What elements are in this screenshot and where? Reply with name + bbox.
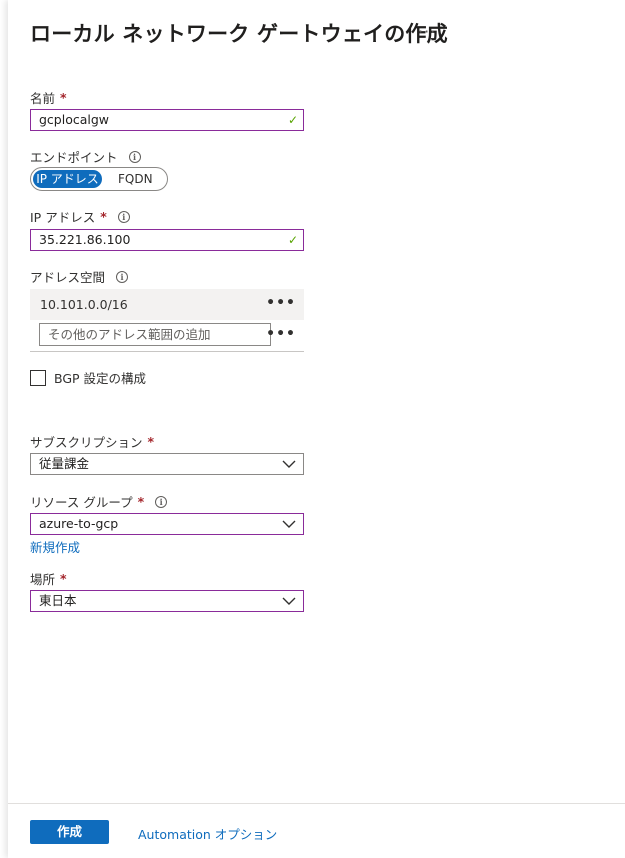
info-icon[interactable]: i (116, 270, 129, 283)
location-label-text: 場所 (30, 572, 56, 587)
required-marker: * (137, 494, 145, 509)
row-menu-icon[interactable]: ••• (266, 289, 296, 318)
bgp-checkbox[interactable] (30, 369, 46, 386)
info-icon[interactable]: i (155, 495, 168, 508)
endpoint-option-fqdn[interactable]: FQDN (109, 170, 153, 188)
row-menu-icon[interactable]: ••• (266, 326, 296, 342)
name-input[interactable]: gcplocalgw ✓ (30, 109, 304, 131)
chevron-down-icon (282, 460, 296, 468)
ip-address-input-value: 35.221.86.100 (39, 232, 131, 247)
resource-group-value: azure-to-gcp (39, 516, 119, 531)
subscription-label-text: サブスクリプション (30, 435, 143, 450)
resource-group-select[interactable]: azure-to-gcp (30, 513, 304, 535)
create-local-network-gateway-panel: ローカル ネットワーク ゲートウェイの作成 ··· 名前 * gcplocalg… (8, 0, 625, 858)
subscription-label: サブスクリプション * (30, 432, 154, 451)
resource-group-label: リソース グループ * i (30, 492, 168, 511)
footer-divider (8, 803, 625, 804)
subscription-value: 従量課金 (39, 456, 90, 471)
address-space-row: 10.101.0.0/16 ••• (30, 289, 304, 320)
address-space-value: 10.101.0.0/16 (40, 297, 128, 312)
name-label: 名前 * (30, 88, 67, 107)
create-new-resource-group-link[interactable]: 新規作成 (30, 537, 80, 556)
name-label-text: 名前 (30, 91, 56, 106)
endpoint-option-ip[interactable]: IP アドレス (33, 170, 102, 188)
more-options-icon[interactable]: ··· (418, 22, 436, 41)
info-icon[interactable]: i (117, 210, 130, 223)
required-marker: * (60, 90, 67, 105)
bgp-checkbox-group: BGP 設定の構成 (30, 368, 146, 387)
checkmark-icon: ✓ (287, 233, 298, 247)
chevron-down-icon (282, 597, 296, 605)
location-select[interactable]: 東日本 (30, 590, 304, 612)
automation-options-link[interactable]: Automation オプション (138, 824, 277, 843)
address-space-label: アドレス空間 i (30, 267, 129, 286)
endpoint-label: エンドポイント i (30, 147, 141, 166)
address-space-add-row: その他のアドレス範囲の追加 ••• (30, 320, 304, 352)
subscription-select[interactable]: 従量課金 (30, 453, 304, 475)
info-icon[interactable]: i (128, 150, 141, 163)
page-title: ローカル ネットワーク ゲートウェイの作成 (30, 22, 448, 46)
location-value: 東日本 (39, 593, 77, 608)
checkmark-icon: ✓ (287, 113, 298, 127)
name-input-value: gcplocalgw (39, 112, 110, 127)
ip-address-input[interactable]: 35.221.86.100 ✓ (30, 229, 304, 251)
required-marker: * (60, 571, 67, 586)
chevron-down-icon (282, 520, 296, 528)
endpoint-label-text: エンドポイント (30, 150, 118, 165)
bgp-checkbox-label[interactable]: BGP 設定の構成 (54, 368, 146, 387)
location-label: 場所 * (30, 569, 67, 588)
ip-address-label-text: IP アドレス (30, 210, 96, 225)
required-marker: * (147, 434, 155, 449)
create-button[interactable]: 作成 (30, 820, 109, 844)
address-range-add-input[interactable]: その他のアドレス範囲の追加 (39, 323, 271, 346)
required-marker: * (100, 209, 107, 224)
ip-address-label: IP アドレス * i (30, 207, 130, 226)
endpoint-toggle: IP アドレス FQDN (30, 167, 168, 191)
address-space-label-text: アドレス空間 (30, 270, 106, 285)
resource-group-label-text: リソース グループ (30, 495, 133, 510)
